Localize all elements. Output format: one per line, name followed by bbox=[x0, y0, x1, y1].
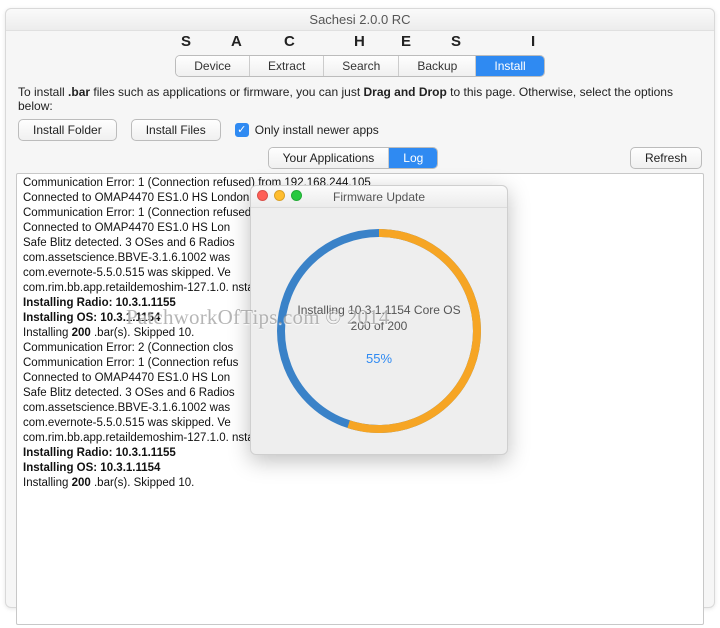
zoom-icon[interactable] bbox=[291, 190, 302, 201]
firmware-status-text: Installing 10.3.1.1154 Core OS 200 of 20… bbox=[251, 303, 507, 366]
main-tabs: DeviceExtractSearchBackupInstall bbox=[175, 55, 544, 77]
minimize-icon[interactable] bbox=[274, 190, 285, 201]
tab-backup[interactable]: Backup bbox=[399, 56, 476, 76]
content-tabs: Your ApplicationsLog bbox=[268, 147, 439, 169]
firmware-dialog-title: Firmware Update bbox=[333, 190, 425, 204]
subtab-log[interactable]: Log bbox=[389, 148, 437, 168]
firmware-dialog-titlebar: Firmware Update bbox=[251, 186, 507, 208]
only-newer-checkbox[interactable]: ✓ Only install newer apps bbox=[235, 123, 379, 137]
tab-extract[interactable]: Extract bbox=[250, 56, 324, 76]
subtab-your-applications[interactable]: Your Applications bbox=[269, 148, 390, 168]
install-files-button[interactable]: Install Files bbox=[131, 119, 221, 141]
logo-letters: SACHESI bbox=[6, 33, 714, 53]
window-controls[interactable] bbox=[257, 190, 302, 201]
tab-install[interactable]: Install bbox=[476, 56, 543, 76]
tab-device[interactable]: Device bbox=[176, 56, 250, 76]
window-title: Sachesi 2.0.0 RC bbox=[6, 9, 714, 31]
instructions-text: To install .bar files such as applicatio… bbox=[6, 83, 714, 119]
refresh-button[interactable]: Refresh bbox=[630, 147, 702, 169]
close-icon[interactable] bbox=[257, 190, 268, 201]
log-line: Installing 200 .bar(s). Skipped 10. bbox=[23, 476, 697, 491]
firmware-percent: 55% bbox=[251, 351, 507, 366]
toolbar: Install Folder Install Files ✓ Only inst… bbox=[6, 119, 714, 147]
install-folder-button[interactable]: Install Folder bbox=[18, 119, 117, 141]
check-icon: ✓ bbox=[235, 123, 249, 137]
main-window: Sachesi 2.0.0 RC SACHESI DeviceExtractSe… bbox=[5, 8, 715, 608]
log-line: Installing OS: 10.3.1.1154 bbox=[23, 461, 697, 476]
tab-search[interactable]: Search bbox=[324, 56, 399, 76]
firmware-update-dialog: Firmware Update Installing 10.3.1.1154 C… bbox=[250, 185, 508, 455]
only-newer-label: Only install newer apps bbox=[255, 123, 379, 137]
